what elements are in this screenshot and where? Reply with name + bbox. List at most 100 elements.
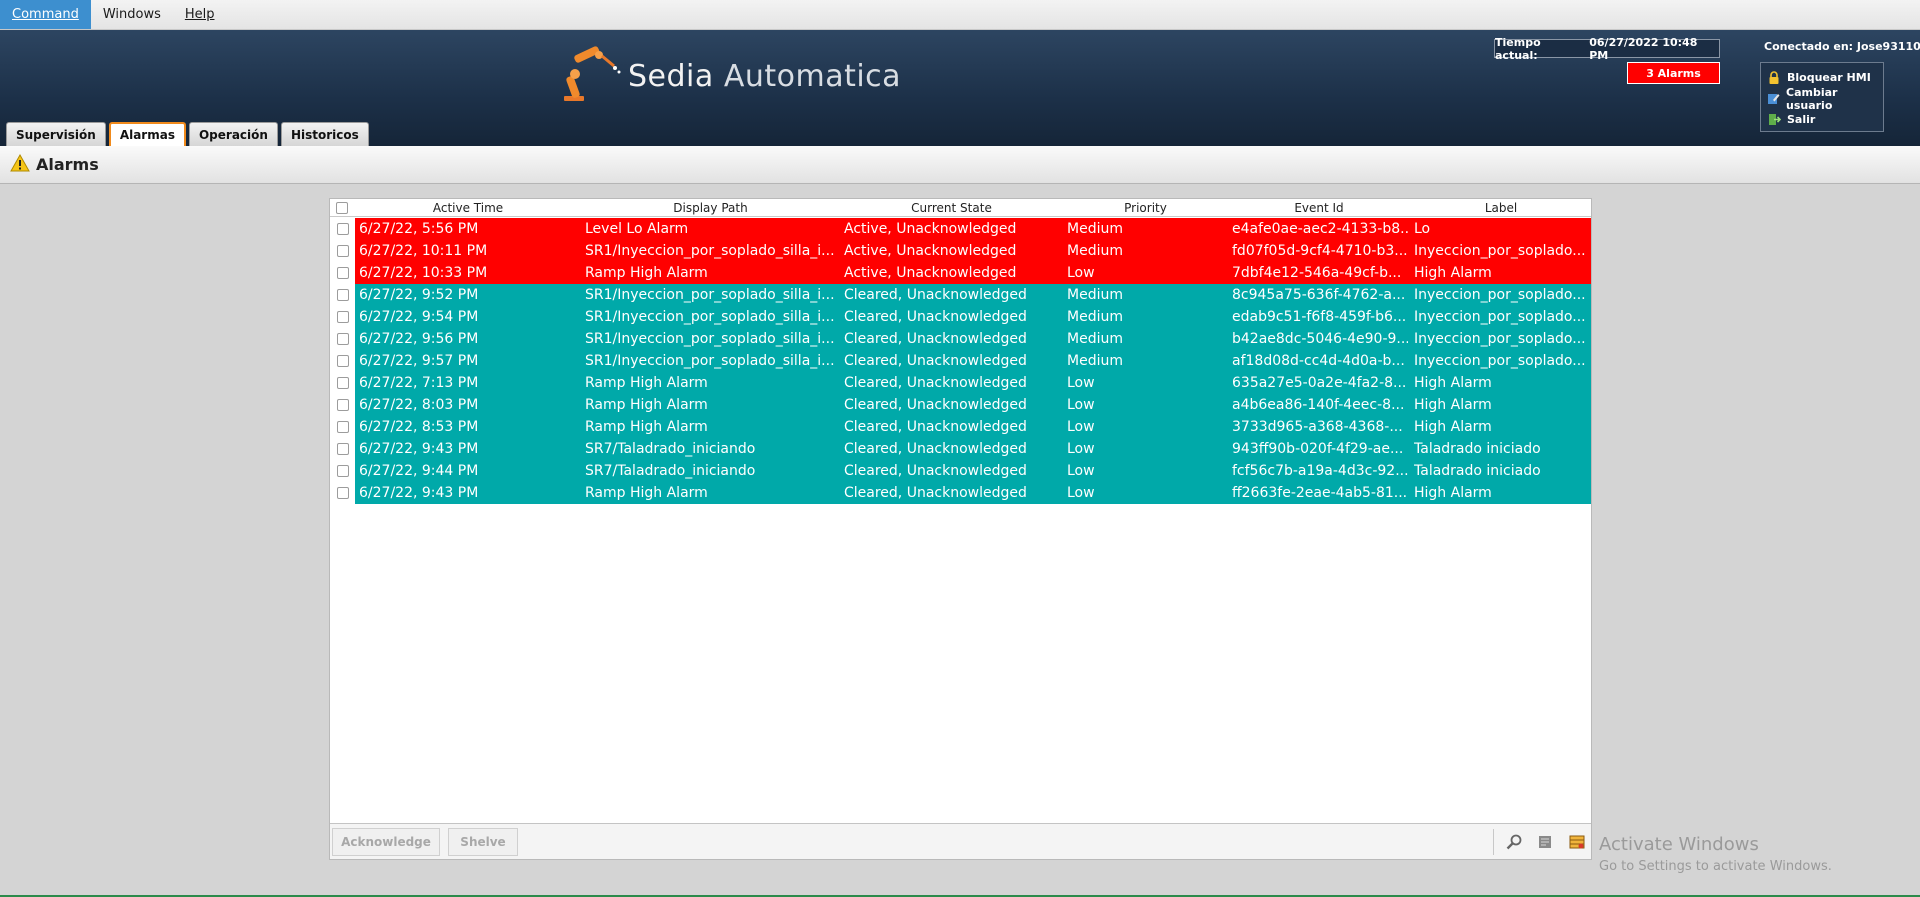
cell-display-path: Ramp High Alarm [585,375,708,391]
col-priority[interactable]: Priority [1063,199,1228,217]
logo-text: Sedia Automatica [628,59,901,94]
table-row[interactable]: 6/27/22, 9:54 PM SR1/Inyeccion_por_soplad… [330,306,1591,328]
table-footer: Acknowledge Shelve [330,823,1591,859]
windows-activation-watermark: Activate Windows Go to Settings to activ… [1599,834,1832,874]
cell-current-state: Cleared, Unacknowledged [844,309,1027,325]
shelf-icon[interactable] [1567,833,1587,851]
checkbox-box [336,333,349,345]
row-checkbox[interactable] [330,482,355,504]
cell-active-time: 6/27/22, 10:33 PM [359,265,488,281]
cell-current-state: Cleared, Unacknowledged [844,463,1027,479]
cell-priority: Medium [1067,331,1123,347]
row-checkbox[interactable] [330,416,355,438]
time-value: 06/27/2022 10:48 PM [1589,35,1698,62]
menu-command[interactable]: Command [0,0,91,29]
row-checkbox[interactable] [330,328,355,350]
cell-priority: Low [1067,265,1095,281]
cell-active-time: 6/27/22, 5:56 PM [359,221,479,237]
cell-label: Inyeccion_por_soplado... [1414,243,1586,259]
cell-priority: Medium [1067,287,1123,303]
checkbox-box [336,355,349,367]
col-label[interactable]: Label [1410,199,1592,217]
company-logo: Sedia Automatica [558,46,901,106]
menu-windows[interactable]: Windows [91,0,173,29]
cell-display-path: SR7/Taladrado_iniciando [585,441,756,457]
tab-operacion[interactable]: Operación [188,122,278,146]
col-display-path[interactable]: Display Path [581,199,840,217]
cell-label: Inyeccion_por_soplado... [1414,309,1586,325]
table-row[interactable]: 6/27/22, 7:13 PM Ramp High Alarm Cleared, … [330,372,1591,394]
magnifier-icon[interactable] [1504,833,1524,851]
table-row[interactable]: 6/27/22, 9:56 PM SR1/Inyeccion_por_soplad… [330,328,1591,350]
row-checkbox[interactable] [330,306,355,328]
row-checkbox[interactable] [330,284,355,306]
col-event-id[interactable]: Event Id [1228,199,1410,217]
notes-icon[interactable] [1535,833,1555,851]
time-label: Tiempo actual: [1495,35,1541,62]
change-user-button[interactable]: Cambiar usuario [1767,85,1877,112]
table-row[interactable]: 6/27/22, 8:53 PM Ramp High Alarm Cleared, … [330,416,1591,438]
cell-priority: Medium [1067,221,1123,237]
cell-active-time: 6/27/22, 9:54 PM [359,309,479,325]
table-row[interactable]: 6/27/22, 9:43 PM Ramp High Alarm Cleared, … [330,482,1591,504]
cell-active-time: 6/27/22, 7:13 PM [359,375,479,391]
robot-arm-icon [564,46,621,101]
row-checkbox[interactable] [330,394,355,416]
lock-icon [1767,70,1781,85]
table-row[interactable]: 6/27/22, 9:44 PM SR7/Taladrado_iniciando C… [330,460,1591,482]
cell-display-path: SR1/Inyeccion_por_soplado_silla_i... [585,331,835,347]
alarm-count-badge[interactable]: 3 Alarms [1627,62,1720,84]
table-row[interactable]: 6/27/22, 9:52 PM SR1/Inyeccion_por_soplad… [330,284,1591,306]
select-all-checkbox[interactable] [334,199,350,217]
user-actions-panel: Bloquear HMI Cambiar usuario Salir [1760,62,1884,132]
cell-label: High Alarm [1414,419,1492,435]
cell-current-state: Active, Unacknowledged [844,243,1017,259]
checkbox-box [336,223,349,235]
col-active-time[interactable]: Active Time [355,199,581,217]
page-title-bar: Alarms [0,146,1920,184]
cell-current-state: Cleared, Unacknowledged [844,397,1027,413]
cell-priority: Low [1067,375,1095,391]
checkbox-box [336,245,349,257]
checkbox-box [336,465,349,477]
tab-historicos[interactable]: Historicos [280,122,369,146]
checkbox-box [336,421,349,433]
menu-help[interactable]: Help [173,0,227,29]
menu-label: Help [184,7,215,22]
exit-button[interactable]: Salir [1767,109,1877,130]
row-checkbox[interactable] [330,438,355,460]
cell-active-time: 6/27/22, 10:11 PM [359,243,488,259]
table-row[interactable]: 6/27/22, 9:57 PM SR1/Inyeccion_por_soplad… [330,350,1591,372]
cell-event-id: 635a27e5-0a2e-4fa2-8... [1232,375,1407,391]
table-row[interactable]: 6/27/22, 10:33 PM Ramp High Alarm Active, … [330,262,1591,284]
cell-priority: Low [1067,485,1095,501]
row-checkbox[interactable] [330,460,355,482]
cell-event-id: ff2663fe-2eae-4ab5-81... [1232,485,1408,501]
cell-priority: Low [1067,441,1095,457]
edit-user-icon [1767,92,1780,106]
shelve-button[interactable]: Shelve [448,828,518,856]
table-row[interactable]: 6/27/22, 5:56 PM Level Lo Alarm Active, Un… [330,218,1591,240]
table-row[interactable]: 6/27/22, 9:43 PM SR7/Taladrado_iniciando C… [330,438,1591,460]
table-row[interactable]: 6/27/22, 10:11 PM SR1/Inyeccion_por_sopla… [330,240,1591,262]
menu-label: Windows [102,7,161,22]
change-user-label: Cambiar usuario [1786,85,1838,112]
tab-supervision[interactable]: Supervisión [6,122,106,146]
cell-label: Taladrado iniciado [1414,463,1541,479]
page-title: Alarms [36,155,99,174]
row-checkbox[interactable] [330,240,355,262]
cell-display-path: SR1/Inyeccion_por_soplado_silla_i... [585,309,835,325]
cell-priority: Low [1067,463,1095,479]
col-current-state[interactable]: Current State [840,199,1063,217]
cell-event-id: fcf56c7b-a19a-4d3c-92... [1232,463,1408,479]
row-checkbox[interactable] [330,372,355,394]
row-checkbox[interactable] [330,350,355,372]
cell-active-time: 6/27/22, 8:03 PM [359,397,479,413]
tab-alarmas[interactable]: Alarmas [108,122,186,146]
row-checkbox[interactable] [330,262,355,284]
cell-priority: Medium [1067,309,1123,325]
row-checkbox[interactable] [330,218,355,240]
acknowledge-button[interactable]: Acknowledge [332,828,440,856]
menu-bar: Command Windows Help [0,0,1920,30]
table-row[interactable]: 6/27/22, 8:03 PM Ramp High Alarm Cleared, … [330,394,1591,416]
